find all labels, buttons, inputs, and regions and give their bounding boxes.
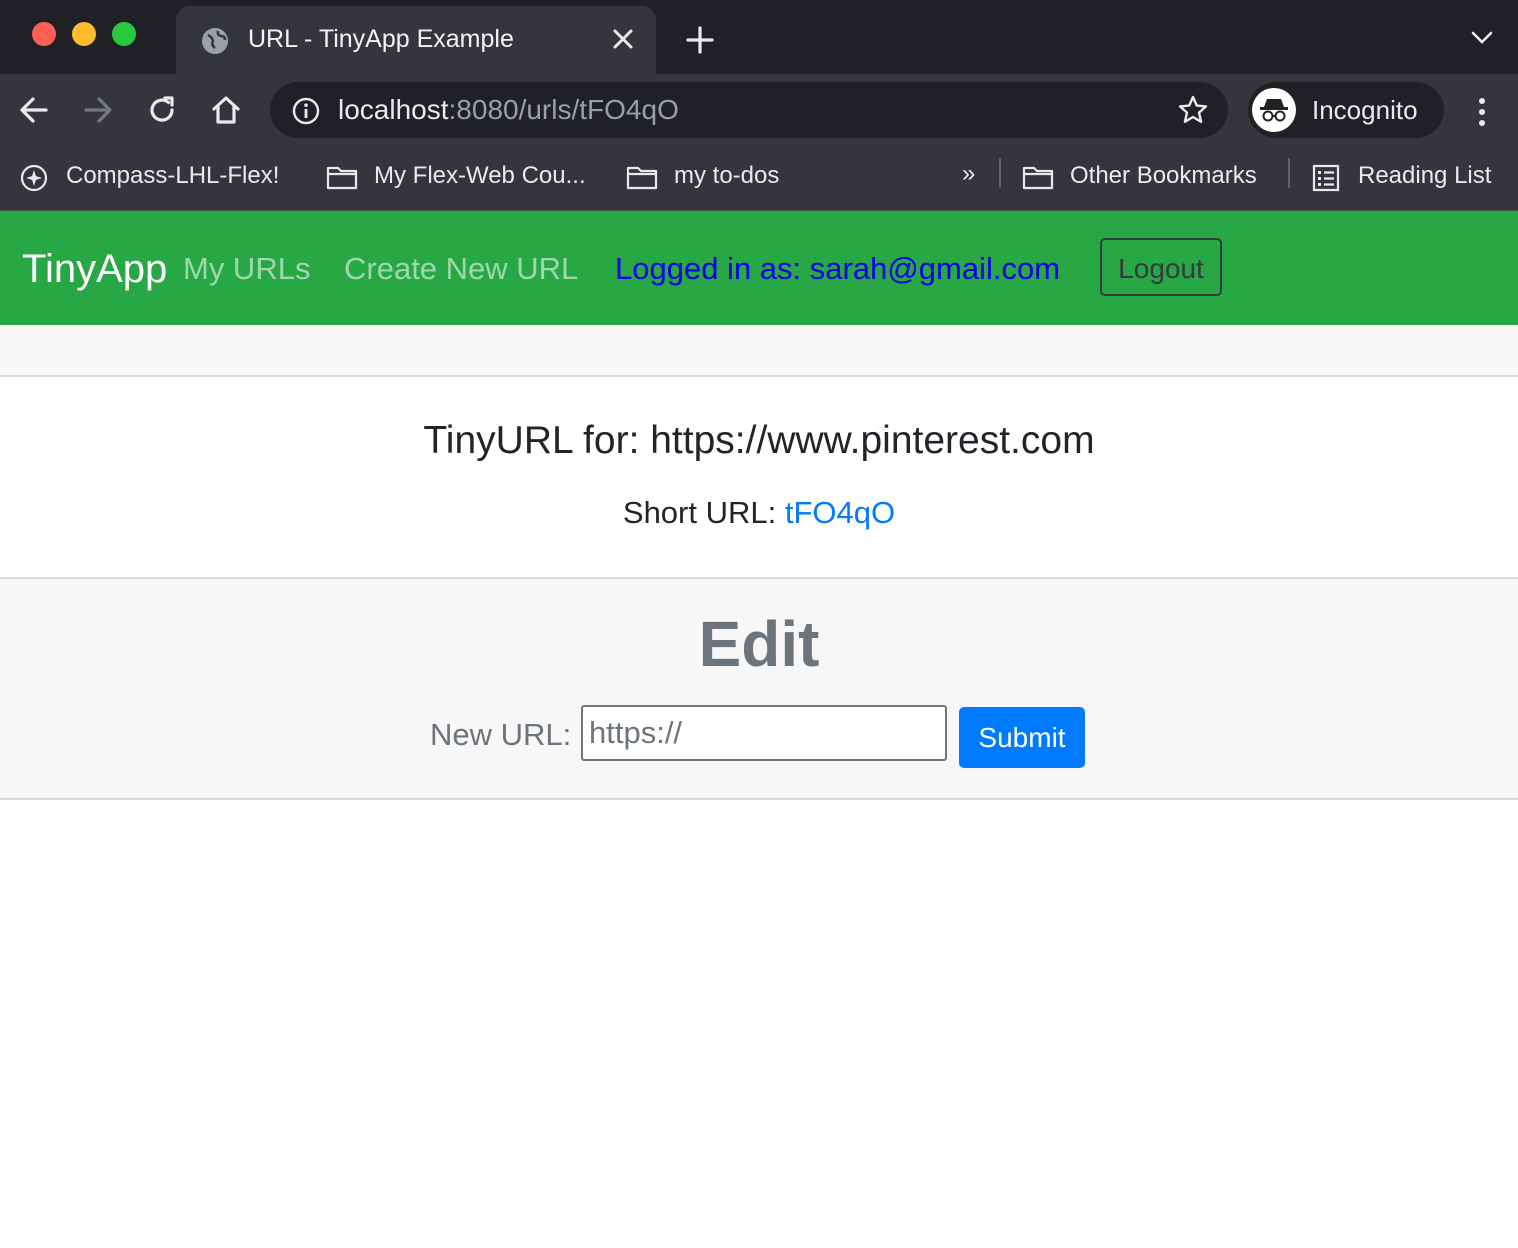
folder-icon [326,166,358,190]
folder-icon [626,166,658,190]
short-url-link[interactable]: tFO4qO [785,495,895,530]
incognito-profile-button[interactable]: Incognito [1248,82,1444,138]
address-bar[interactable]: localhost:8080/urls/tFO4qO [270,82,1228,138]
globe-icon [202,28,228,54]
brand-link[interactable]: TinyApp [22,247,167,292]
info-icon[interactable] [292,97,320,125]
short-url-text: Short URL: tFO4qO [0,495,1518,531]
reading-list-icon [1312,164,1340,192]
browser-toolbar: localhost:8080/urls/tFO4qO Incognito [0,74,1518,146]
bookmarks-overflow-button[interactable]: » [962,160,975,188]
browser-tab-strip: URL - TinyApp Example [0,0,1518,74]
chevron-down-icon[interactable] [1470,30,1494,46]
minimize-window-button[interactable] [72,22,96,46]
bookmark-separator [1288,158,1290,188]
new-url-input[interactable] [581,705,947,761]
short-url-label: Short URL: [622,495,785,530]
reading-list-label: Reading List [1358,162,1492,189]
card-body: TinyURL for: https://www.pinterest.com S… [0,377,1518,579]
bookmark-label: My Flex-Web Cou... [374,162,586,189]
card-title: TinyURL for: https://www.pinterest.com [423,419,1095,462]
forward-arrow-icon[interactable] [82,94,114,126]
home-icon[interactable] [210,94,242,126]
profile-label: Incognito [1312,95,1418,125]
reload-icon[interactable] [146,94,178,126]
back-arrow-icon[interactable] [18,94,50,126]
new-tab-icon[interactable] [686,26,714,54]
new-url-label: New URL: [430,717,572,752]
incognito-icon [1252,88,1296,132]
folder-icon [1022,166,1054,190]
create-new-url-link[interactable]: Create New URL [344,251,578,287]
reading-list-button[interactable]: Reading List [1312,160,1512,194]
bookmark-label: Compass-LHL-Flex! [66,162,280,189]
edit-heading: Edit [698,608,820,680]
bookmarks-bar: Compass-LHL-Flex! My Flex-Web Cou... my … [0,146,1518,211]
logout-button[interactable]: Logout [1100,238,1222,296]
bookmark-flex-web[interactable]: My Flex-Web Cou... [326,160,606,194]
browser-tab[interactable]: URL - TinyApp Example [176,6,656,74]
submit-button[interactable]: Submit [959,707,1085,768]
edit-section: Edit New URL: Submit [0,579,1518,800]
tab-title: URL - TinyApp Example [248,25,514,53]
my-urls-link[interactable]: My URLs [183,251,310,287]
bookmark-star-icon[interactable] [1178,95,1208,125]
bookmark-to-dos[interactable]: my to-dos [626,160,806,194]
url-text: localhost:8080/urls/tFO4qO [338,94,679,125]
other-bookmarks-label: Other Bookmarks [1070,162,1257,189]
bookmark-label: my to-dos [674,162,780,189]
logged-in-user-text: Logged in as: sarah@gmail.com [615,251,1061,286]
card-header [0,325,1518,377]
bookmark-compass[interactable]: Compass-LHL-Flex! [20,160,310,194]
bookmark-separator [999,158,1001,188]
maximize-window-button[interactable] [112,22,136,46]
edit-form: New URL: Submit [0,703,1518,769]
more-menu-icon[interactable] [1474,96,1490,128]
other-bookmarks-folder[interactable]: Other Bookmarks [1022,160,1282,194]
close-tab-icon[interactable] [612,28,634,50]
compass-icon [20,164,48,192]
close-window-button[interactable] [32,22,56,46]
app-navbar: TinyApp My URLs Create New URL Logged in… [0,211,1518,325]
